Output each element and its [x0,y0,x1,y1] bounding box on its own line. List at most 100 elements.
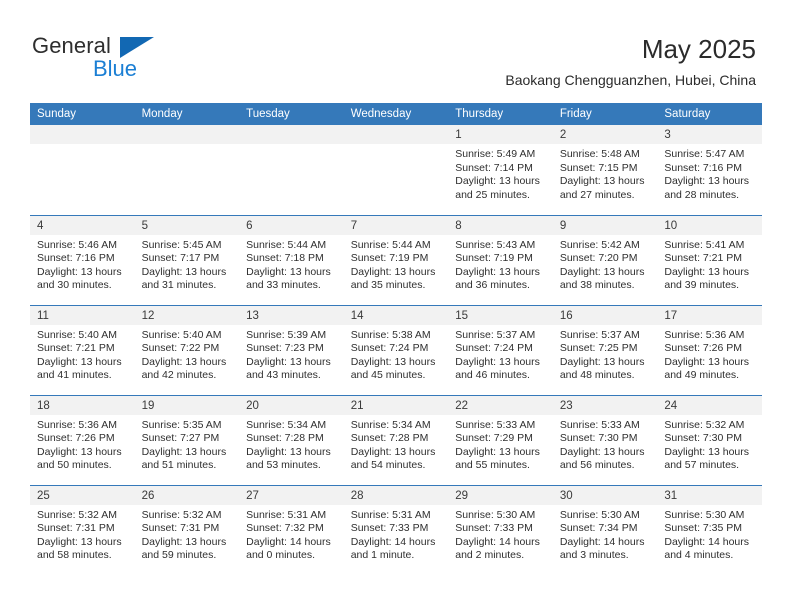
sunrise-text: Sunrise: 5:30 AM [455,508,536,521]
day-number: 29 [448,485,553,505]
daylight-text-line1: Daylight: 13 hours [37,265,122,278]
calendar-day-cell[interactable]: 30 Sunrise: 5:30 AM Sunset: 7:34 PM Dayligh… [552,484,658,575]
calendar-page: General Blue May 2025 Baokang Chengguanz… [0,0,792,612]
sunset-text: Sunset: 7:22 PM [141,342,220,355]
daylight-text-line1: Daylight: 13 hours [559,265,645,278]
daylight-text-line2: and 35 minutes. [350,279,426,292]
calendar-day-cell[interactable]: 10 Sunrise: 5:41 AM Sunset: 7:21 PM Dayligh… [657,214,762,305]
daylight-text-line1: Daylight: 13 hours [455,265,540,278]
calendar-week-row: 25 Sunrise: 5:32 AM Sunset: 7:31 PM Dayligh… [30,484,762,575]
daylight-text-line1: Daylight: 14 hours [246,535,331,548]
calendar-day-cell[interactable]: 17 Sunrise: 5:36 AM Sunset: 7:26 PM Dayligh… [657,304,762,395]
day-details: Sunrise: 5:30 AM Sunset: 7:35 PM Daylight:… [657,505,762,563]
daylight-text-line1: Daylight: 13 hours [37,355,122,368]
day-number: 10 [657,215,762,235]
calendar-day-cell[interactable]: 12 Sunrise: 5:40 AM Sunset: 7:22 PM Dayligh… [134,304,240,395]
day-details: Sunrise: 5:34 AM Sunset: 7:28 PM Daylight:… [239,415,344,473]
daylight-text-line1: Daylight: 13 hours [559,355,645,368]
day-details: Sunrise: 5:42 AM Sunset: 7:20 PM Daylight:… [553,235,658,293]
daylight-text-line2: and 54 minutes. [350,459,426,472]
calendar-day-cell[interactable]: 13 Sunrise: 5:39 AM Sunset: 7:23 PM Dayligh… [239,304,344,395]
sunrise-text: Sunrise: 5:40 AM [37,328,117,341]
calendar-day-cell[interactable]: 4 Sunrise: 5:46 AM Sunset: 7:16 PM Daylight… [30,214,135,305]
calendar-day-cell[interactable]: 22 Sunrise: 5:33 AM Sunset: 7:29 PM Dayligh… [448,394,553,485]
calendar-day-cell[interactable]: 5 Sunrise: 5:45 AM Sunset: 7:17 PM Daylight… [134,214,240,305]
sunrise-text: Sunrise: 5:42 AM [559,238,640,251]
calendar-day-cell[interactable]: 21 Sunrise: 5:34 AM Sunset: 7:28 PM Dayligh… [343,394,449,485]
daylight-text-line2: and 33 minutes. [246,279,321,292]
daylight-text-line2: and 25 minutes. [455,188,530,201]
calendar-day-cell[interactable]: 8 Sunrise: 5:43 AM Sunset: 7:19 PM Daylight… [448,214,553,305]
generalblue-logo[interactable]: General Blue [32,34,222,86]
day-number: 8 [448,215,553,235]
sunset-text: Sunset: 7:31 PM [141,522,220,535]
day-details: Sunrise: 5:32 AM Sunset: 7:31 PM Daylight:… [135,505,240,563]
sunrise-text: Sunrise: 5:31 AM [350,508,431,521]
daylight-text-line2: and 50 minutes. [37,459,112,472]
sunset-text: Sunset: 7:30 PM [559,432,638,445]
sunrise-text: Sunrise: 5:32 AM [664,418,745,431]
sunrise-text: Sunrise: 5:30 AM [664,508,745,521]
day-number: 5 [134,215,240,235]
day-details: Sunrise: 5:47 AM Sunset: 7:16 PM Daylight:… [657,144,762,202]
calendar-day-cell[interactable]: 24 Sunrise: 5:32 AM Sunset: 7:30 PM Dayligh… [657,394,762,485]
day-details: Sunrise: 5:33 AM Sunset: 7:29 PM Daylight:… [448,415,553,473]
calendar-day-cell[interactable]: 3 Sunrise: 5:47 AM Sunset: 7:16 PM Daylight… [657,125,762,215]
daylight-text-line1: Daylight: 13 hours [664,355,750,368]
weekday-header-tuesday: Tuesday [239,103,344,125]
daylight-text-line2: and 56 minutes. [559,459,635,472]
sunrise-text: Sunrise: 5:37 AM [455,328,536,341]
weekday-header-thursday: Thursday [448,103,553,125]
day-details: Sunrise: 5:49 AM Sunset: 7:14 PM Daylight:… [448,144,553,202]
daylight-text-line1: Daylight: 13 hours [455,355,540,368]
day-number: 30 [552,485,658,505]
sunrise-text: Sunrise: 5:34 AM [350,418,431,431]
calendar-day-cell[interactable]: 14 Sunrise: 5:38 AM Sunset: 7:24 PM Dayligh… [343,304,449,395]
calendar-day-cell[interactable]: 6 Sunrise: 5:44 AM Sunset: 7:18 PM Daylight… [239,214,344,305]
calendar-day-cell[interactable]: 1 Sunrise: 5:49 AM Sunset: 7:14 PM Daylight… [448,125,553,215]
calendar-day-cell[interactable]: 7 Sunrise: 5:44 AM Sunset: 7:19 PM Daylight… [343,214,449,305]
calendar-day-cell[interactable]: 15 Sunrise: 5:37 AM Sunset: 7:24 PM Dayligh… [448,304,553,395]
calendar-day-cell[interactable]: 28 Sunrise: 5:31 AM Sunset: 7:33 PM Dayligh… [343,484,449,575]
calendar-day-cell[interactable]: 31 Sunrise: 5:30 AM Sunset: 7:35 PM Dayligh… [657,484,762,575]
day-number: 15 [448,305,553,325]
calendar-day-cell[interactable]: 11 Sunrise: 5:40 AM Sunset: 7:21 PM Dayligh… [30,304,135,395]
calendar-day-cell[interactable]: 27 Sunrise: 5:31 AM Sunset: 7:32 PM Dayligh… [239,484,344,575]
day-details: Sunrise: 5:32 AM Sunset: 7:31 PM Daylight:… [30,505,135,563]
calendar-day-cell[interactable]: 19 Sunrise: 5:35 AM Sunset: 7:27 PM Dayligh… [134,394,240,485]
day-number [134,125,240,144]
daylight-text-line2: and 57 minutes. [664,459,740,472]
calendar-day-cell[interactable]: 16 Sunrise: 5:37 AM Sunset: 7:25 PM Dayligh… [552,304,658,395]
sunset-text: Sunset: 7:31 PM [37,522,115,535]
daylight-text-line1: Daylight: 13 hours [37,535,122,548]
daylight-text-line1: Daylight: 13 hours [246,445,331,458]
sunset-text: Sunset: 7:25 PM [559,342,638,355]
daylight-text-line1: Daylight: 13 hours [664,265,750,278]
calendar-day-cell[interactable]: 18 Sunrise: 5:36 AM Sunset: 7:26 PM Dayligh… [30,394,135,485]
calendar-day-cell[interactable]: 29 Sunrise: 5:30 AM Sunset: 7:33 PM Dayligh… [448,484,553,575]
daylight-text-line2: and 45 minutes. [350,369,426,382]
weekday-header-saturday: Saturday [657,103,762,125]
calendar-day-cell[interactable]: 25 Sunrise: 5:32 AM Sunset: 7:31 PM Dayligh… [30,484,135,575]
day-number [30,125,135,144]
day-number [239,125,344,144]
sunrise-text: Sunrise: 5:39 AM [246,328,327,341]
calendar-day-cell[interactable]: 23 Sunrise: 5:33 AM Sunset: 7:30 PM Dayligh… [552,394,658,485]
day-number: 1 [448,125,553,144]
calendar-day-cell[interactable]: 9 Sunrise: 5:42 AM Sunset: 7:20 PM Daylight… [552,214,658,305]
daylight-text-line1: Daylight: 13 hours [455,175,540,188]
calendar-day-cell[interactable]: 26 Sunrise: 5:32 AM Sunset: 7:31 PM Dayligh… [134,484,240,575]
day-details: Sunrise: 5:31 AM Sunset: 7:33 PM Daylight:… [344,505,449,563]
day-number: 18 [30,395,135,415]
daylight-text-line2: and 38 minutes. [559,279,635,292]
calendar-day-cell[interactable]: 20 Sunrise: 5:34 AM Sunset: 7:28 PM Dayligh… [239,394,344,485]
daylight-text-line1: Daylight: 14 hours [559,535,645,548]
title-block: May 2025 Baokang Chengguanzhen, Hubei, C… [505,33,756,89]
daylight-text-line2: and 53 minutes. [246,459,321,472]
daylight-text-line2: and 2 minutes. [455,549,525,562]
sunset-text: Sunset: 7:26 PM [664,342,743,355]
page-subtitle: Baokang Chengguanzhen, Hubei, China [505,72,756,88]
sunset-text: Sunset: 7:17 PM [141,252,220,265]
calendar-day-cell[interactable]: 2 Sunrise: 5:48 AM Sunset: 7:15 PM Daylight… [552,125,658,215]
daylight-text-line1: Daylight: 14 hours [664,535,750,548]
